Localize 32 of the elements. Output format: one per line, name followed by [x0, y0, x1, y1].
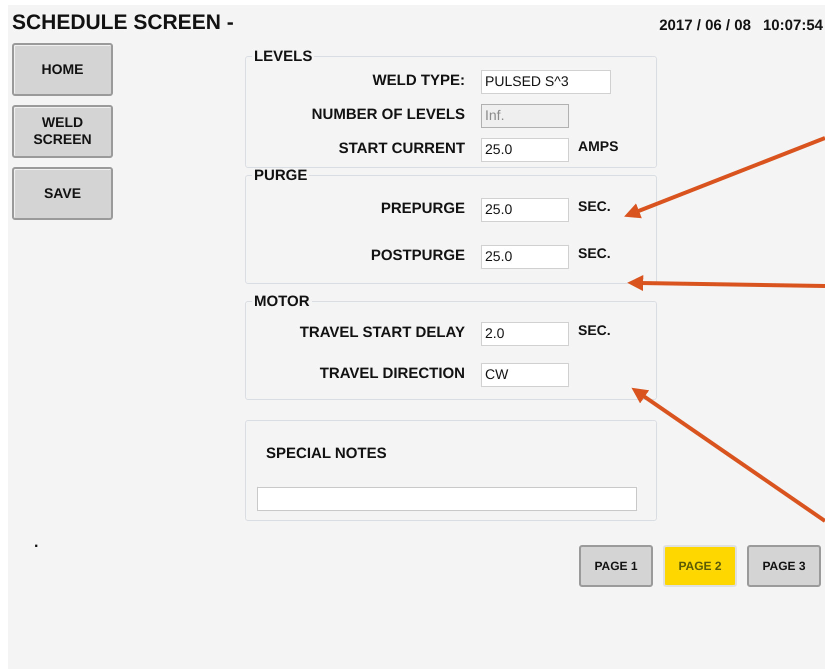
field-label: PREPURGE — [380, 199, 465, 220]
page-button[interactable]: PAGE 3 — [747, 544, 821, 586]
field-label: WELD TYPE: — [372, 71, 465, 92]
field-label: START CURRENT — [338, 139, 465, 160]
section-title: PURGE — [253, 168, 308, 184]
dot-mark: . — [34, 532, 38, 552]
unit-label: SEC. — [578, 197, 611, 216]
unit-label: SEC. — [578, 244, 611, 263]
nav-button[interactable]: WELD SCREEN — [12, 104, 113, 158]
unit-label: AMPS — [578, 137, 618, 156]
field-label: POSTPURGE — [370, 246, 465, 266]
nav-button[interactable]: SAVE — [12, 166, 113, 220]
special-notes-label: SPECIAL NOTES — [266, 444, 388, 464]
input-field[interactable]: 25.0 — [481, 244, 569, 268]
page-button[interactable]: PAGE 1 — [579, 544, 653, 586]
page-button[interactable]: PAGE 2 — [663, 544, 737, 586]
nav-button[interactable]: HOME — [12, 42, 113, 96]
screen-title: SCHEDULE SCREEN - — [12, 10, 234, 36]
date-text: 2017 / 06 / 08 — [659, 16, 751, 36]
special-notes-field[interactable] — [257, 487, 637, 511]
field-label: TRAVEL DIRECTION — [318, 364, 465, 384]
time-text: 10:07:54 — [762, 16, 823, 36]
input-field[interactable]: PULSED S^3 — [481, 70, 611, 94]
section-title: LEVELS — [253, 48, 314, 64]
unit-label: SEC. — [578, 321, 611, 340]
input-field[interactable]: 2.0 — [481, 322, 569, 346]
input-field[interactable]: CW — [481, 362, 569, 386]
section-title: MOTOR — [253, 294, 311, 310]
field-label: TRAVEL START DELAY — [298, 323, 465, 344]
input-field[interactable]: 25.0 — [481, 198, 569, 222]
input-field[interactable]: 25.0 — [481, 138, 569, 162]
field-label: NUMBER OF LEVELS — [310, 105, 465, 126]
